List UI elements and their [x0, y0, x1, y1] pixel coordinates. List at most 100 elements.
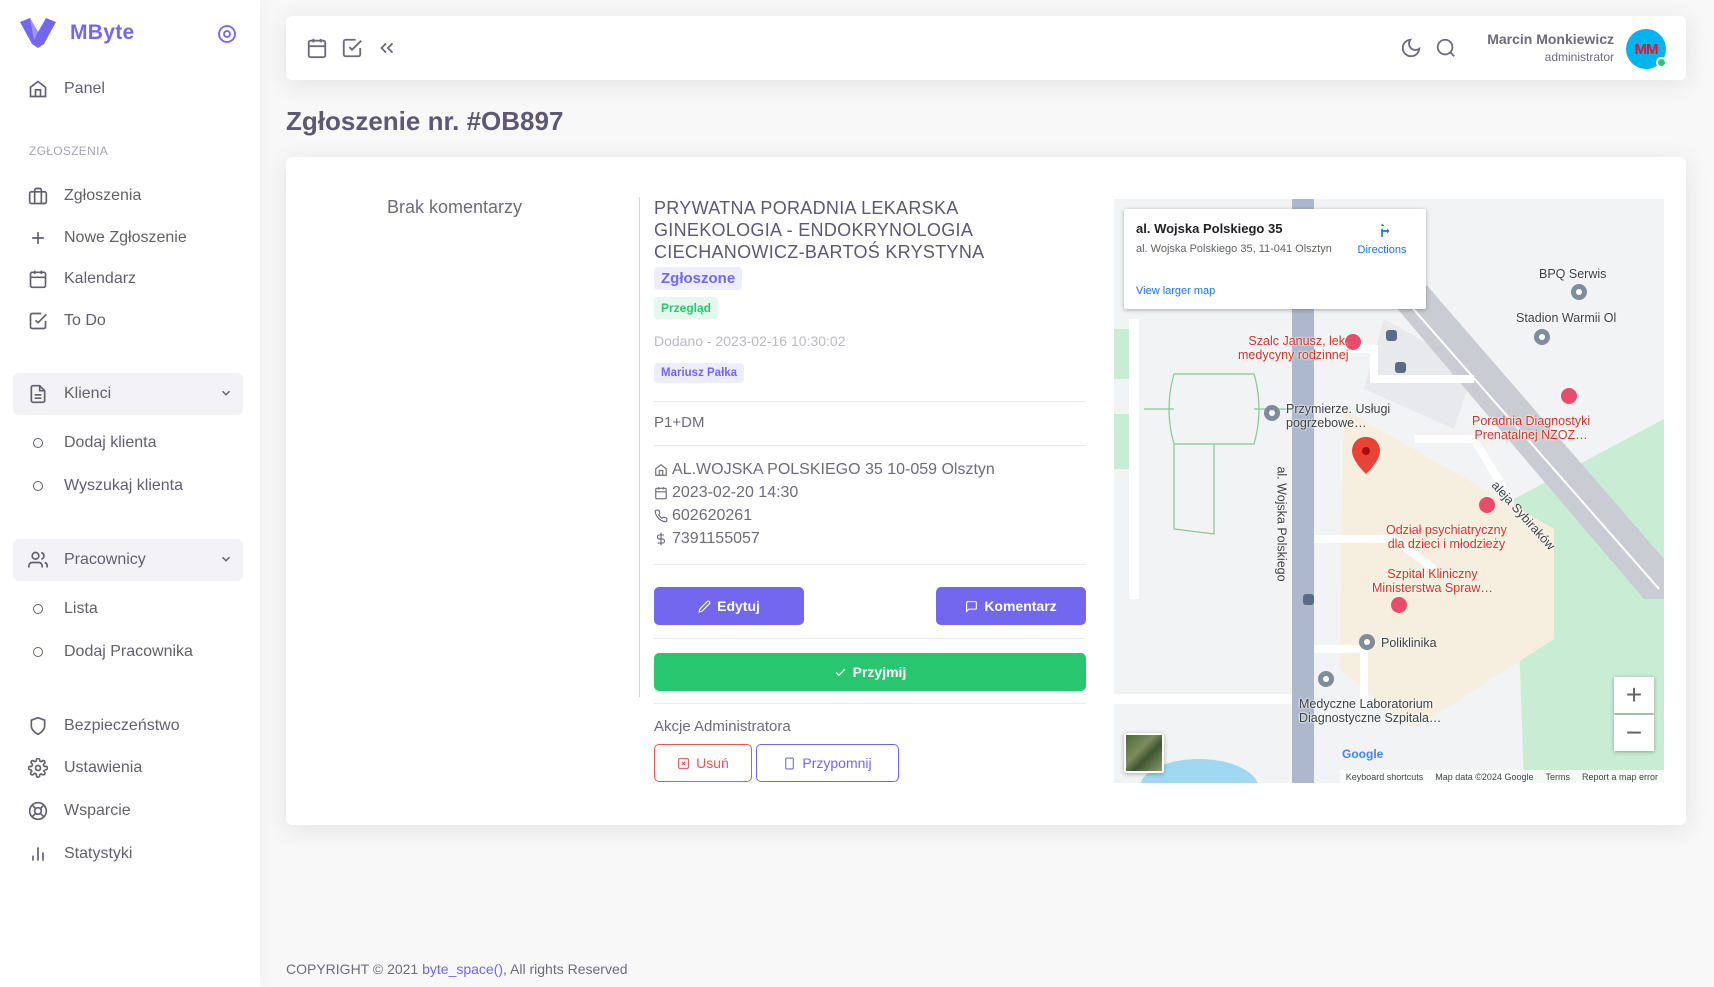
clinic-name: PRYWATNA PORADNIA LEKARSKA GINEKOLOGIA -… — [654, 198, 985, 262]
avatar[interactable]: MM — [1626, 29, 1667, 69]
sidebar-item-label: Dodaj klienta — [64, 434, 157, 451]
directions-link[interactable]: Directions — [1352, 221, 1412, 256]
calendar-icon[interactable] — [306, 37, 328, 59]
comment-button[interactable]: Komentarz — [936, 587, 1086, 625]
directions-icon — [1381, 223, 1390, 237]
sidebar-item-ustawienia[interactable]: Ustawienia — [13, 747, 243, 789]
map-label: Stadion Warmii Ol — [1516, 311, 1617, 325]
users-icon — [27, 549, 49, 571]
gear-icon — [27, 757, 49, 779]
map-label-line: Szpital Kliniczny — [1387, 567, 1478, 581]
file-text-icon — [27, 383, 49, 405]
sidebar-item-bezpieczenstwo[interactable]: Bezpieczeństwo — [13, 705, 243, 747]
moon-icon[interactable] — [1400, 37, 1422, 59]
user-name[interactable]: Marcin Monkiewicz — [1487, 31, 1614, 47]
sidebar-item-label: Statystyki — [64, 845, 133, 862]
vertical-divider — [639, 197, 640, 697]
contact-info: AL.WOJSKA POLSKIEGO 35 10-059 Olsztyn 20… — [654, 458, 1086, 550]
calendar-icon — [27, 268, 49, 290]
zoom-in-button[interactable]: + — [1614, 677, 1654, 713]
comments-empty-text: Brak komentarzy — [387, 197, 523, 217]
edit-button-label: Edytuj — [717, 598, 760, 614]
sidebar-item-wyszukaj-klienta[interactable]: Wyszukaj klienta — [13, 465, 243, 507]
sidebar-item-label: To Do — [64, 312, 106, 329]
sidebar-item-todo[interactable]: To Do — [13, 300, 243, 342]
map-label: Szpital Kliniczny Ministerstwa Spraw… — [1372, 567, 1493, 595]
map-label-line: Medyczne Laboratorium — [1299, 697, 1434, 711]
brand[interactable]: MByte — [20, 18, 135, 48]
map-info-title: al. Wojska Polskiego 35 — [1136, 221, 1283, 236]
map-label-line: Przymierze. Usługi — [1286, 402, 1391, 416]
edit-button[interactable]: Edytuj — [654, 587, 804, 625]
sidebar-group-klienci[interactable]: Klienci — [13, 373, 243, 415]
company-link[interactable]: byte_space() — [422, 961, 503, 977]
date-row: 2023-02-20 14:30 — [654, 481, 1086, 504]
circle-icon — [27, 475, 49, 497]
sidebar: MByte Panel ZGŁOSZENIA Zgłoszenia Nowe Z… — [0, 0, 260, 987]
sidebar-item-label: Lista — [64, 600, 98, 617]
view-larger-map-link[interactable]: View larger map — [1136, 285, 1215, 297]
location-map[interactable]: al. Wojska Polskiego 35 al. Wojska Polsk… — [1114, 199, 1664, 783]
search-icon[interactable] — [1435, 37, 1457, 59]
sidebar-section-title: ZGŁOSZENIA — [29, 144, 109, 158]
map-info-window: al. Wojska Polskiego 35 al. Wojska Polsk… — [1124, 209, 1426, 309]
street-label: al. Wojska Polskiego — [1274, 466, 1289, 582]
divider — [654, 638, 1086, 639]
chevrons-left-icon[interactable] — [376, 37, 398, 59]
sidebar-item-lista[interactable]: Lista — [13, 588, 243, 630]
sidebar-item-label: Kalendarz — [64, 270, 137, 287]
check-square-icon[interactable] — [341, 37, 363, 59]
sidebar-item-statystyki[interactable]: Statystyki — [13, 833, 243, 875]
divider — [654, 703, 1086, 704]
map-label-line: Odział psychiatryczny — [1386, 523, 1507, 537]
map-label-line: Ministerstwa Spraw… — [1372, 581, 1493, 595]
sidebar-group-pracownicy[interactable]: Pracownicy — [13, 539, 243, 581]
sidebar-item-label: Wsparcie — [64, 802, 131, 819]
divider — [654, 445, 1086, 446]
amount-text: 7391155057 — [672, 529, 760, 547]
worker-badge: Mariusz Pałka — [654, 363, 745, 383]
ticket-code: P1+DM — [654, 414, 705, 431]
sidebar-item-nowe-zgloszenie[interactable]: Nowe Zgłoszenie — [13, 217, 243, 259]
copyright-suffix: , All rights Reserved — [503, 961, 628, 977]
sidebar-item-dodaj-pracownika[interactable]: Dodaj Pracownika — [13, 631, 243, 673]
sidebar-item-kalendarz[interactable]: Kalendarz — [13, 258, 243, 300]
remind-button-label: Przypomnij — [802, 755, 872, 771]
sidebar-item-wsparcie[interactable]: Wsparcie — [13, 790, 243, 832]
sidebar-item-label: Wyszukaj klienta — [64, 477, 184, 494]
brand-logo-icon — [20, 18, 56, 48]
phone-icon — [654, 509, 668, 522]
remind-button[interactable]: Przypomnij — [756, 744, 899, 782]
map-label: Poliklinika — [1381, 636, 1437, 650]
delete-button[interactable]: Usuń — [654, 744, 752, 782]
accept-button[interactable]: Przyjmij — [654, 653, 1086, 691]
divider — [654, 401, 1086, 402]
amount-row: 7391155057 — [654, 527, 1086, 550]
map-label: Poradnia Diagnostyki Prenatalnej NZOZ… — [1472, 414, 1590, 442]
satellite-toggle[interactable] — [1124, 733, 1164, 773]
brand-name: MByte — [70, 21, 135, 44]
map-label-line: Diagnostyczne Szpitala… — [1299, 711, 1442, 725]
sidebar-item-zgloszenia[interactable]: Zgłoszenia — [13, 175, 243, 217]
map-label-line: medycyny rodzinnej — [1238, 348, 1349, 362]
map-label: Medyczne Laboratorium Diagnostyczne Szpi… — [1299, 697, 1441, 725]
map-keyboard-shortcuts-link[interactable]: Keyboard shortcuts — [1346, 772, 1424, 782]
circle-icon — [27, 598, 49, 620]
sidebar-group-label: Pracownicy — [64, 551, 146, 568]
address-text: AL.WOJSKA POLSKIEGO 35 10-059 Olsztyn — [672, 460, 995, 478]
edit-icon — [698, 600, 711, 613]
sidebar-toggle-icon[interactable] — [217, 24, 237, 44]
sidebar-item-dodaj-klienta[interactable]: Dodaj klienta — [13, 422, 243, 464]
ticket-card: Brak komentarzy PRYWATNA PORADNIA LEKARS… — [286, 157, 1686, 825]
map-label-line: dla dzieci i młodzieży — [1387, 537, 1506, 551]
x-square-icon — [678, 757, 690, 769]
map-report-error-link[interactable]: Report a map error — [1582, 772, 1658, 782]
admin-actions-label: Akcje Administratora — [654, 718, 791, 735]
online-status-dot — [1656, 57, 1667, 68]
circle-icon — [27, 641, 49, 663]
sidebar-item-panel[interactable]: Panel — [13, 68, 243, 110]
chevron-down-icon — [221, 390, 231, 396]
added-date: Dodano - 2023-02-16 10:30:02 — [654, 333, 846, 349]
map-terms-link[interactable]: Terms — [1545, 772, 1570, 782]
zoom-out-button[interactable]: − — [1614, 715, 1654, 751]
